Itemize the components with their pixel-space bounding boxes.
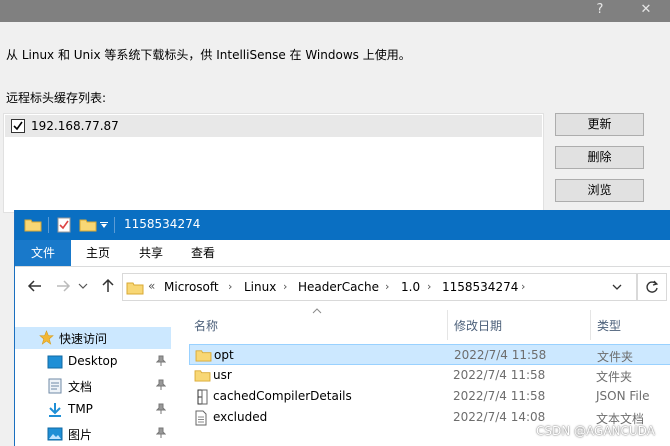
- nav-item-label: 文档: [68, 380, 93, 394]
- browse-button[interactable]: 浏览: [555, 179, 644, 202]
- tab-home[interactable]: 主页: [77, 240, 119, 266]
- column-divider[interactable]: [447, 310, 448, 340]
- window-title: 1158534274: [124, 217, 201, 231]
- file-name: excluded: [213, 410, 268, 424]
- toolbar-divider: [48, 217, 49, 233]
- update-button[interactable]: 更新: [555, 113, 644, 136]
- address-bar[interactable]: « Microsoft › Linux › HeaderCache › 1.0 …: [122, 273, 637, 301]
- file-row-opt[interactable]: opt 2022/7/4 11:58 文件夹: [189, 344, 670, 365]
- forward-arrow-icon[interactable]: [55, 278, 71, 294]
- pin-icon[interactable]: [156, 379, 166, 391]
- tab-view[interactable]: 查看: [182, 240, 224, 266]
- folder-icon: [195, 350, 212, 362]
- address-overflow[interactable]: «: [148, 279, 155, 293]
- chevron-down-icon[interactable]: [612, 284, 622, 291]
- folder-icon: [126, 282, 144, 295]
- properties-icon[interactable]: [56, 216, 72, 233]
- remote-header-list-label: 远程标头缓存列表:: [6, 91, 107, 105]
- watermark: CSDN @AGANCUDA: [536, 424, 655, 438]
- pin-icon[interactable]: [156, 403, 166, 415]
- close-button[interactable]: ✕: [632, 0, 660, 22]
- chevron-right-icon[interactable]: ›: [283, 280, 287, 293]
- nav-item-label: TMP: [68, 402, 93, 416]
- file-explorer-window: 1158534274 文件 主页 共享 查看 « Microsoft › Lin…: [14, 210, 670, 446]
- toolbar-divider: [114, 217, 115, 233]
- chevron-right-icon[interactable]: ›: [385, 280, 389, 293]
- help-button[interactable]: ?: [588, 0, 612, 22]
- file-modified: 2022/7/4 11:58: [453, 368, 546, 382]
- delete-button[interactable]: 删除: [555, 146, 644, 169]
- nav-item-label: Desktop: [68, 354, 118, 368]
- file-type: JSON File: [596, 389, 650, 403]
- refresh-icon: [646, 280, 659, 293]
- nav-item-label: 快速访问: [59, 332, 108, 346]
- pictures-icon: [47, 427, 63, 441]
- column-header-type[interactable]: 类型: [597, 317, 621, 334]
- breadcrumb-headercache[interactable]: HeaderCache: [298, 280, 379, 294]
- json-file-icon: [197, 389, 208, 405]
- column-divider[interactable]: [590, 310, 591, 340]
- tab-file[interactable]: 文件: [15, 240, 71, 266]
- back-arrow-icon[interactable]: [27, 278, 43, 294]
- sort-ascending-icon: [312, 308, 322, 314]
- file-name: usr: [213, 368, 232, 382]
- file-row-usr[interactable]: usr 2022/7/4 11:58 文件夹: [189, 365, 670, 386]
- navigation-bar: « Microsoft › Linux › HeaderCache › 1.0 …: [15, 267, 670, 307]
- folder-icon: [24, 219, 42, 232]
- navigation-pane: 快速访问 Desktop 文档 TMP 图片: [15, 320, 177, 446]
- refresh-button[interactable]: [637, 273, 667, 301]
- nav-item-desktop[interactable]: Desktop: [15, 351, 171, 373]
- pin-icon[interactable]: [156, 355, 166, 367]
- file-type: 文件夹: [597, 350, 634, 364]
- star-icon: [39, 330, 54, 345]
- host-address: 192.168.77.87: [31, 119, 119, 133]
- folder-icon: [194, 370, 211, 382]
- nav-item-tmp[interactable]: TMP: [15, 399, 171, 421]
- dialog-description: 从 Linux 和 Unix 等系统下载标头，供 IntelliSense 在 …: [6, 48, 411, 62]
- nav-item-label: 图片: [68, 428, 93, 442]
- column-header-modified[interactable]: 修改日期: [454, 317, 502, 334]
- new-folder-icon[interactable]: [79, 217, 97, 232]
- recent-locations-icon[interactable]: [78, 281, 88, 291]
- nav-item-pictures[interactable]: 图片: [15, 423, 171, 445]
- file-modified: 2022/7/4 11:58: [453, 389, 546, 403]
- customize-toolbar-icon[interactable]: [100, 222, 108, 228]
- explorer-title-bar: 1158534274: [15, 210, 670, 240]
- dialog-title-bar: ? ✕: [0, 0, 670, 22]
- file-row-cached-compiler-details[interactable]: cachedCompilerDetails 2022/7/4 11:58 JSO…: [189, 386, 670, 407]
- file-modified: 2022/7/4 11:58: [454, 348, 547, 362]
- host-list-item[interactable]: 192.168.77.87: [5, 115, 542, 137]
- text-file-icon: [195, 410, 207, 426]
- nav-item-quick-access[interactable]: 快速访问: [15, 327, 171, 349]
- file-type: 文件夹: [596, 370, 633, 384]
- chevron-right-icon[interactable]: ›: [427, 280, 431, 293]
- chevron-right-icon[interactable]: ›: [228, 280, 232, 293]
- nav-item-documents[interactable]: 文档: [15, 375, 171, 397]
- file-modified: 2022/7/4 14:08: [453, 410, 546, 424]
- desktop-icon: [47, 355, 63, 369]
- documents-icon: [48, 378, 62, 394]
- breadcrumb-current[interactable]: 1158534274: [442, 280, 518, 294]
- column-header-name[interactable]: 名称: [194, 317, 218, 334]
- breadcrumb-microsoft[interactable]: Microsoft: [164, 280, 219, 294]
- breadcrumb-version[interactable]: 1.0: [401, 280, 420, 294]
- breadcrumb-linux[interactable]: Linux: [244, 280, 276, 294]
- file-list-header: 名称 修改日期 类型: [188, 308, 670, 340]
- file-name: cachedCompilerDetails: [213, 389, 352, 403]
- tab-share[interactable]: 共享: [130, 240, 172, 266]
- ribbon-tabs: 文件 主页 共享 查看: [15, 240, 670, 267]
- up-arrow-icon[interactable]: [100, 278, 116, 294]
- chevron-right-icon[interactable]: ›: [521, 280, 525, 293]
- check-icon: [13, 121, 23, 131]
- remote-header-cache-list[interactable]: 192.168.77.87: [3, 113, 544, 213]
- host-checkbox[interactable]: [11, 119, 25, 133]
- file-name: opt: [214, 348, 234, 362]
- pin-icon[interactable]: [156, 427, 166, 439]
- download-icon: [49, 403, 61, 417]
